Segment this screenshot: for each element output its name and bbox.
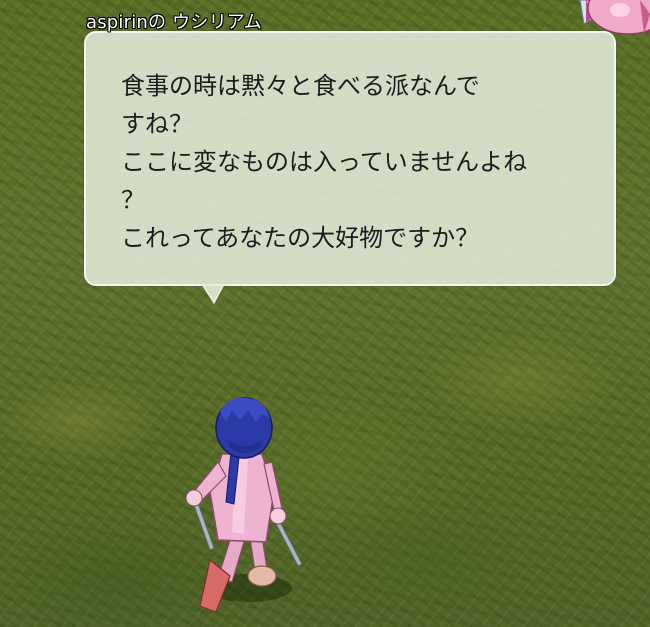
game-field[interactable]: aspirinの ウシリアム 食事の時は黙々と食べる派なんで すね？ ここに変な… xyxy=(0,0,650,627)
message-line: ？ xyxy=(121,186,145,214)
chat-message: 食事の時は黙々と食べる派なんで すね？ ここに変なものは入っていませんよね ？ … xyxy=(121,67,601,257)
message-line: ここに変なものは入っていませんよね xyxy=(121,148,528,176)
message-line: すね？ xyxy=(121,110,193,138)
speaker-name-tag: aspirinの ウシリアム xyxy=(86,12,262,33)
speech-bubble-tail xyxy=(201,284,225,304)
player-character-sprite[interactable] xyxy=(170,392,320,622)
message-line: 食事の時は黙々と食べる派なんで xyxy=(121,72,480,100)
message-line: これってあなたの大好物ですか？ xyxy=(121,224,480,252)
